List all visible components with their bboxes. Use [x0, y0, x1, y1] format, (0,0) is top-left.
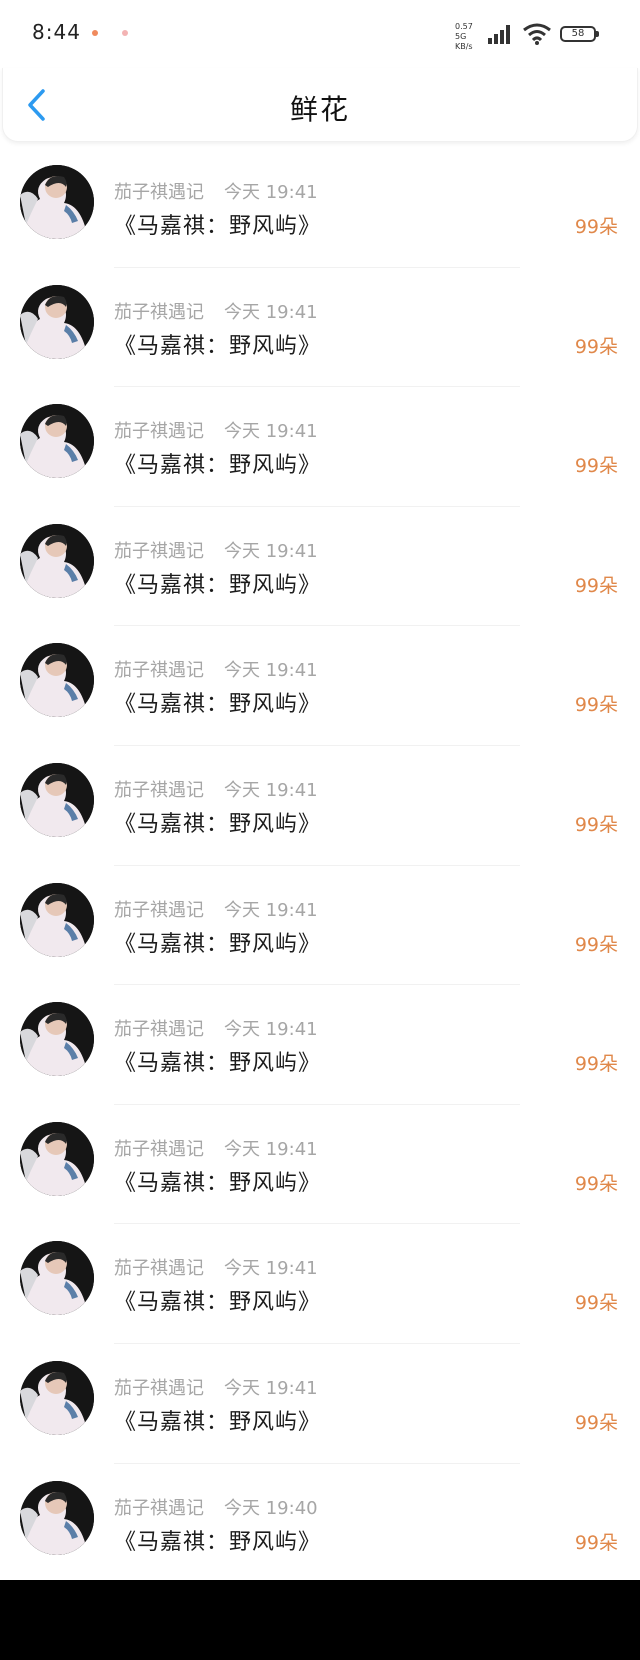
- avatar[interactable]: [20, 404, 94, 479]
- item-meta: 茄子祺遇记 今天 19:41: [114, 298, 318, 324]
- sender-name: 茄子祺遇记: [114, 1019, 204, 1041]
- send-time: 今天 19:41: [224, 1019, 318, 1041]
- avatar[interactable]: [20, 284, 94, 359]
- item-meta: 茄子祺遇记 今天 19:41: [114, 1135, 318, 1161]
- sender-name: 茄子祺遇记: [114, 1497, 204, 1519]
- avatar[interactable]: [20, 523, 94, 598]
- flower-count: 99朵: [574, 1292, 618, 1315]
- status-time: 8:44: [32, 20, 81, 44]
- avatar[interactable]: [20, 762, 94, 837]
- network-speed: 0.57 5G KB/s: [455, 22, 473, 51]
- flower-count: 99朵: [574, 1531, 618, 1554]
- work-title: 《马嘉祺：野风屿》: [114, 692, 322, 718]
- item-meta: 茄子祺遇记 今天 19:41: [114, 178, 318, 204]
- sender-name: 茄子祺遇记: [114, 182, 204, 203]
- flower-count: 99朵: [574, 1411, 618, 1434]
- flower-count: 99朵: [574, 1172, 618, 1195]
- battery-level: 58: [571, 28, 585, 39]
- send-time: 今天 19:40: [224, 1497, 318, 1519]
- flower-count: 99朵: [574, 813, 618, 836]
- sender-name: 茄子祺遇记: [114, 540, 204, 562]
- item-meta: 茄子祺遇记 今天 19:41: [114, 1015, 318, 1041]
- work-title: 《马嘉祺：野风屿》: [114, 333, 322, 359]
- avatar[interactable]: [20, 1480, 94, 1555]
- list-item[interactable]: 茄子祺遇记 今天 19:41 《马嘉祺：野风屿》 99朵: [0, 865, 640, 986]
- nav-header: 鲜花: [2, 68, 638, 142]
- work-title: 《马嘉祺：野风屿》: [114, 1409, 322, 1435]
- work-title: 《马嘉祺：野风屿》: [114, 572, 322, 598]
- item-meta: 茄子祺遇记 今天 19:41: [114, 1254, 318, 1280]
- send-time: 今天 19:41: [224, 660, 318, 682]
- flower-count: 99朵: [574, 574, 618, 597]
- item-meta: 茄子祺遇记 今天 19:41: [114, 656, 318, 682]
- work-title: 《马嘉祺：野风屿》: [114, 1290, 322, 1316]
- work-title: 《马嘉祺：野风屿》: [114, 1170, 322, 1196]
- work-title: 《马嘉祺：野风屿》: [114, 811, 322, 837]
- sender-name: 茄子祺遇记: [114, 421, 204, 443]
- sender-name: 茄子祺遇记: [114, 899, 204, 921]
- sender-name: 茄子祺遇记: [114, 1138, 204, 1160]
- send-time: 今天 19:41: [224, 182, 318, 203]
- status-bar: 8:44 0.57 5G KB/s 58: [0, 0, 640, 68]
- send-time: 今天 19:41: [224, 1258, 318, 1280]
- send-time: 今天 19:41: [224, 899, 318, 921]
- list-item[interactable]: 茄子祺遇记 今天 19:41 《马嘉祺：野风屿》 99朵: [0, 1104, 640, 1225]
- work-title: 《马嘉祺：野风屿》: [114, 931, 322, 957]
- list-item[interactable]: 茄子祺遇记 今天 19:41 《马嘉祺：野风屿》 99朵: [0, 387, 640, 507]
- list-item[interactable]: 茄子祺遇记 今天 19:41 《马嘉祺：野风屿》 99朵: [0, 745, 640, 866]
- avatar[interactable]: [20, 882, 94, 957]
- avatar[interactable]: [20, 1241, 94, 1316]
- notification-dot-icon: [122, 30, 128, 36]
- work-title: 《马嘉祺：野风屿》: [114, 1529, 322, 1555]
- page-title: 鲜花: [289, 93, 350, 126]
- wifi-icon: [523, 23, 551, 45]
- send-time: 今天 19:41: [224, 301, 318, 323]
- item-meta: 茄子祺遇记 今天 19:41: [114, 1374, 318, 1400]
- sender-name: 茄子祺遇记: [114, 779, 204, 801]
- flower-count: 99朵: [574, 694, 618, 717]
- avatar[interactable]: [20, 1121, 94, 1196]
- sender-name: 茄子祺遇记: [114, 1377, 204, 1399]
- list-item[interactable]: 茄子祺遇记 今天 19:41 《马嘉祺：野风屿》 99朵: [0, 626, 640, 746]
- list-item[interactable]: 茄子祺遇记 今天 19:41 《马嘉祺：野风屿》 99朵: [0, 1343, 640, 1464]
- list-item[interactable]: 茄子祺遇记 今天 19:41 《马嘉祺：野风屿》 99朵: [0, 267, 640, 388]
- item-meta: 茄子祺遇记 今天 19:41: [114, 417, 318, 443]
- gift-record-list: 茄子祺遇记 今天 19:41 《马嘉祺：野风屿》 99朵 茄子祺遇记 今天 19:41 《马…: [0, 148, 640, 1580]
- list-item[interactable]: 茄子祺遇记 今天 19:41 《马嘉祺：野风屿》 99朵: [0, 985, 640, 1105]
- item-meta: 茄子祺遇记 今天 19:40: [114, 1494, 318, 1520]
- sender-name: 茄子祺遇记: [114, 660, 204, 682]
- list-item[interactable]: 茄子祺遇记 今天 19:40 《马嘉祺：野风屿》 99朵: [0, 1463, 640, 1580]
- list-item[interactable]: 茄子祺遇记 今天 19:41 《马嘉祺：野风屿》 99朵: [0, 506, 640, 627]
- app-screen: 8:44 0.57 5G KB/s 58 鲜花 茄子祺遇记 今天 19:41 《马嘉…: [0, 0, 640, 1580]
- send-time: 今天 19:41: [224, 1377, 318, 1399]
- send-time: 今天 19:41: [224, 540, 318, 562]
- flower-count: 99朵: [574, 455, 618, 478]
- avatar[interactable]: [20, 1360, 94, 1435]
- sender-name: 茄子祺遇记: [114, 1258, 204, 1280]
- item-meta: 茄子祺遇记 今天 19:41: [114, 537, 318, 563]
- work-title: 《马嘉祺：野风屿》: [114, 1051, 322, 1077]
- item-meta: 茄子祺遇记 今天 19:41: [114, 776, 318, 802]
- send-time: 今天 19:41: [224, 1138, 318, 1160]
- avatar[interactable]: [20, 643, 94, 718]
- work-title: 《马嘉祺：野风屿》: [114, 214, 322, 239]
- avatar[interactable]: [20, 1002, 94, 1077]
- work-title: 《马嘉祺：野风屿》: [114, 453, 322, 479]
- flower-count: 99朵: [574, 335, 618, 358]
- battery-icon: 58: [560, 26, 599, 42]
- flower-count: 99朵: [574, 933, 618, 956]
- list-item[interactable]: 茄子祺遇记 今天 19:41 《马嘉祺：野风屿》 99朵: [0, 1224, 640, 1344]
- item-meta: 茄子祺遇记 今天 19:41: [114, 896, 318, 922]
- avatar[interactable]: [20, 165, 94, 239]
- signal-icon: [488, 25, 510, 44]
- sender-name: 茄子祺遇记: [114, 301, 204, 323]
- flower-count: 99朵: [574, 216, 618, 238]
- send-time: 今天 19:41: [224, 779, 318, 801]
- notification-dot-icon: [92, 30, 98, 36]
- send-time: 今天 19:41: [224, 421, 318, 443]
- flower-count: 99朵: [574, 1053, 618, 1076]
- list-item[interactable]: 茄子祺遇记 今天 19:41 《马嘉祺：野风屿》 99朵: [0, 148, 640, 268]
